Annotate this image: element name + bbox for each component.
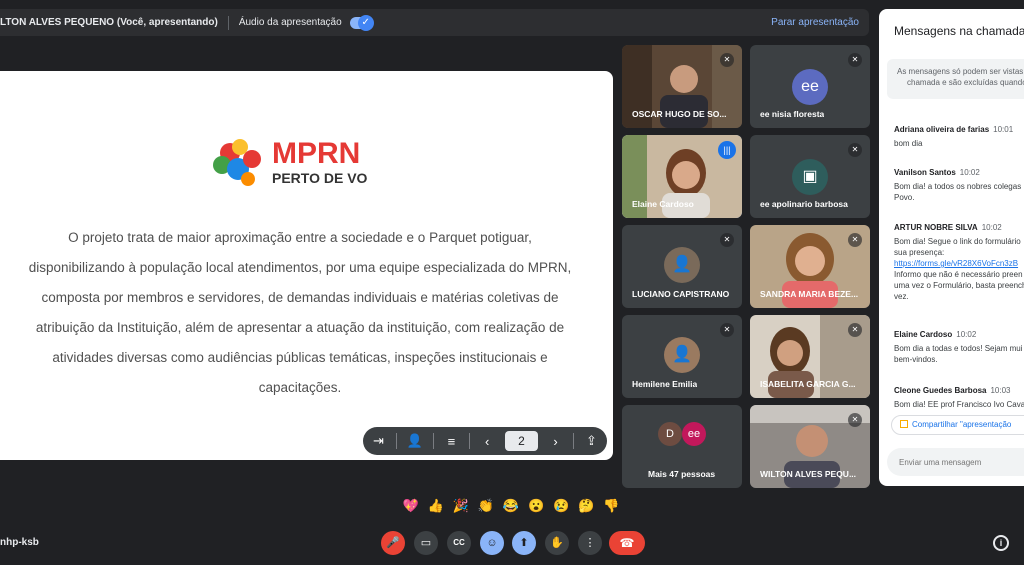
avatar: ee <box>792 69 828 105</box>
avatar: ▣ <box>792 159 828 195</box>
stop-presenting-button[interactable]: Parar apresentação <box>771 17 859 28</box>
divider <box>227 15 229 30</box>
svg-text:MPRN: MPRN <box>272 137 360 170</box>
muted-mic-icon: ✕ <box>848 53 862 67</box>
participant-name: LUCIANO CAPISTRANO <box>632 289 730 299</box>
thumbs-up-icon[interactable]: 👍 <box>426 498 446 514</box>
slide-page-number[interactable]: 2 <box>504 431 539 451</box>
slide-line: capacitações. <box>258 380 342 395</box>
slides-icon <box>900 420 908 428</box>
surprised-icon[interactable]: 😮 <box>526 498 546 514</box>
laugh-icon[interactable]: 😂 <box>501 498 521 514</box>
meet-window: LTON ALVES PEQUENO (Você, apresentando) … <box>0 0 1024 565</box>
reactions-bar: 💖 👍 🎉 👏 😂 😮 😢 🤔 👎 <box>398 493 624 519</box>
slide-line: atividades diversas como audiências públ… <box>52 350 548 365</box>
avatar: 👤 <box>664 247 700 283</box>
more-options-button[interactable]: ⋮ <box>578 531 602 555</box>
sad-icon[interactable]: 😢 <box>551 498 571 514</box>
participant-name: WILTON ALVES PEQU... <box>760 469 857 479</box>
present-screen-button[interactable]: ⬆ <box>512 531 536 555</box>
speaker-notes-icon[interactable]: ≡ <box>444 434 459 449</box>
camera-button[interactable]: ▭ <box>414 531 438 555</box>
participant-tile[interactable]: ✕ OSCAR HUGO DE SO... <box>622 45 742 128</box>
form-link[interactable]: https://forms.gle/vR28X6VoFcn3zB <box>894 259 1018 268</box>
slide-line: disponibilizando à população local atend… <box>28 260 572 275</box>
muted-mic-icon: ✕ <box>848 233 862 247</box>
divider <box>468 433 470 449</box>
heart-icon[interactable]: 💖 <box>401 498 421 514</box>
chat-message-input[interactable] <box>887 448 1024 476</box>
previous-slide-icon[interactable]: ‹ <box>480 434 495 449</box>
share-icon[interactable]: ⇪ <box>584 433 599 449</box>
emoji-reactions-button[interactable]: ☺ <box>480 531 504 555</box>
clap-icon[interactable]: 👏 <box>476 498 496 514</box>
divider <box>573 433 574 449</box>
participant-tile[interactable]: ||| Elaine Cardoso <box>622 135 742 218</box>
muted-mic-icon: ✕ <box>720 323 734 337</box>
chat-message: Vanilson Santos 10:02 Bom dia! a todos os… <box>894 168 1022 202</box>
chat-panel: Mensagens na chamada As mensagens só pod… <box>879 9 1024 486</box>
participant-name: ee apolinario barbosa <box>760 199 848 209</box>
thinking-icon[interactable]: 🤔 <box>576 498 596 514</box>
next-slide-icon[interactable]: › <box>548 434 563 449</box>
slide-line: atribuição da Instituição, além de apres… <box>35 320 565 335</box>
chat-message: Elaine Cardoso 10:02 Bom dia a todas e to… <box>894 330 1023 364</box>
muted-mic-icon: ✕ <box>848 143 862 157</box>
participant-name: ee nisia floresta <box>760 109 825 119</box>
muted-mic-icon: ✕ <box>848 413 862 427</box>
participant-name: OSCAR HUGO DE SO... <box>632 109 727 119</box>
participant-tile[interactable]: 👤 ✕ Hemilene Emilia <box>622 315 742 398</box>
presenter-name: LTON ALVES PEQUENO (Você, apresentando) <box>0 17 218 28</box>
participant-name: ISABELITA GARCIA G... <box>760 379 856 389</box>
participant-tile[interactable]: ee ✕ ee nisia floresta <box>750 45 870 128</box>
presentation-audio-toggle[interactable]: ✓ <box>349 14 374 31</box>
mic-off-button[interactable]: 🎤 <box>381 531 405 555</box>
muted-mic-icon: ✕ <box>848 323 862 337</box>
slide-line: composta por membros e servidores, de de… <box>41 290 559 305</box>
participant-name: Hemilene Emilia <box>632 379 698 389</box>
chat-notice: As mensagens só podem ser vistas chamada… <box>887 59 1024 99</box>
add-person-icon[interactable]: 👤 <box>407 433 423 449</box>
participant-tile[interactable]: ✕ WILTON ALVES PEQU... <box>750 405 870 488</box>
check-icon: ✓ <box>357 14 374 31</box>
mprn-logo: MPRN PERTO DE VOCÊ <box>213 137 368 186</box>
chat-message: ARTUR NOBRE SILVA 10:02 Bom dia! Segue o … <box>894 223 1024 301</box>
presentation-slide: MPRN PERTO DE VOCÊ O projeto trata de ma… <box>0 71 613 460</box>
participant-name: SANDRA MARIA BEZE... <box>760 289 859 299</box>
participant-tile[interactable]: ✕ SANDRA MARIA BEZE... <box>750 225 870 308</box>
more-people-tile[interactable]: D ee Mais 47 pessoas <box>622 405 742 488</box>
avatar: D <box>658 422 682 446</box>
participant-tile[interactable]: ▣ ✕ ee apolinario barbosa <box>750 135 870 218</box>
slide-body: O projeto trata de maior aproximação ent… <box>0 223 600 403</box>
end-call-button[interactable]: ☎ <box>609 531 645 555</box>
raise-hand-button[interactable]: ✋ <box>545 531 569 555</box>
thumbs-down-icon[interactable]: 👎 <box>601 498 621 514</box>
svg-text:PERTO DE VOCÊ: PERTO DE VOCÊ <box>272 169 368 186</box>
meeting-code: nhp-ksb <box>0 537 39 548</box>
participant-tile[interactable]: 👤 ✕ LUCIANO CAPISTRANO <box>622 225 742 308</box>
chat-message: Adriana oliveira de farias 10:01 bom dia <box>894 125 1014 148</box>
captions-button[interactable]: CC <box>447 531 471 555</box>
slide-line: O projeto trata de maior aproximação ent… <box>68 230 532 245</box>
participant-name: Elaine Cardoso <box>632 199 694 209</box>
presenting-bar: LTON ALVES PEQUENO (Você, apresentando) … <box>0 9 869 36</box>
divider <box>396 433 397 449</box>
avatar: 👤 <box>664 337 700 373</box>
share-presentation-chip[interactable]: Compartilhar "apresentação <box>891 415 1024 435</box>
avatar: ee <box>682 422 706 446</box>
speaking-indicator-icon: ||| <box>718 141 736 159</box>
meeting-info-icon[interactable]: i <box>993 535 1009 551</box>
participant-tile[interactable]: ✕ ISABELITA GARCIA G... <box>750 315 870 398</box>
chat-title: Mensagens na chamada <box>894 24 1024 38</box>
presentation-audio-label: Áudio da apresentação <box>238 17 342 28</box>
party-icon[interactable]: 🎉 <box>451 498 471 514</box>
exit-slides-icon[interactable]: ⇥ <box>371 433 386 449</box>
chat-message: Cleone Guedes Barbosa 10:03 Bom dia! EE p… <box>894 386 1024 409</box>
divider <box>433 433 434 449</box>
slide-controls: ⇥ 👤 ≡ ‹ 2 › ⇪ <box>363 427 607 455</box>
more-people-label: Mais 47 pessoas <box>648 469 716 479</box>
muted-mic-icon: ✕ <box>720 233 734 247</box>
muted-mic-icon: ✕ <box>720 53 734 67</box>
